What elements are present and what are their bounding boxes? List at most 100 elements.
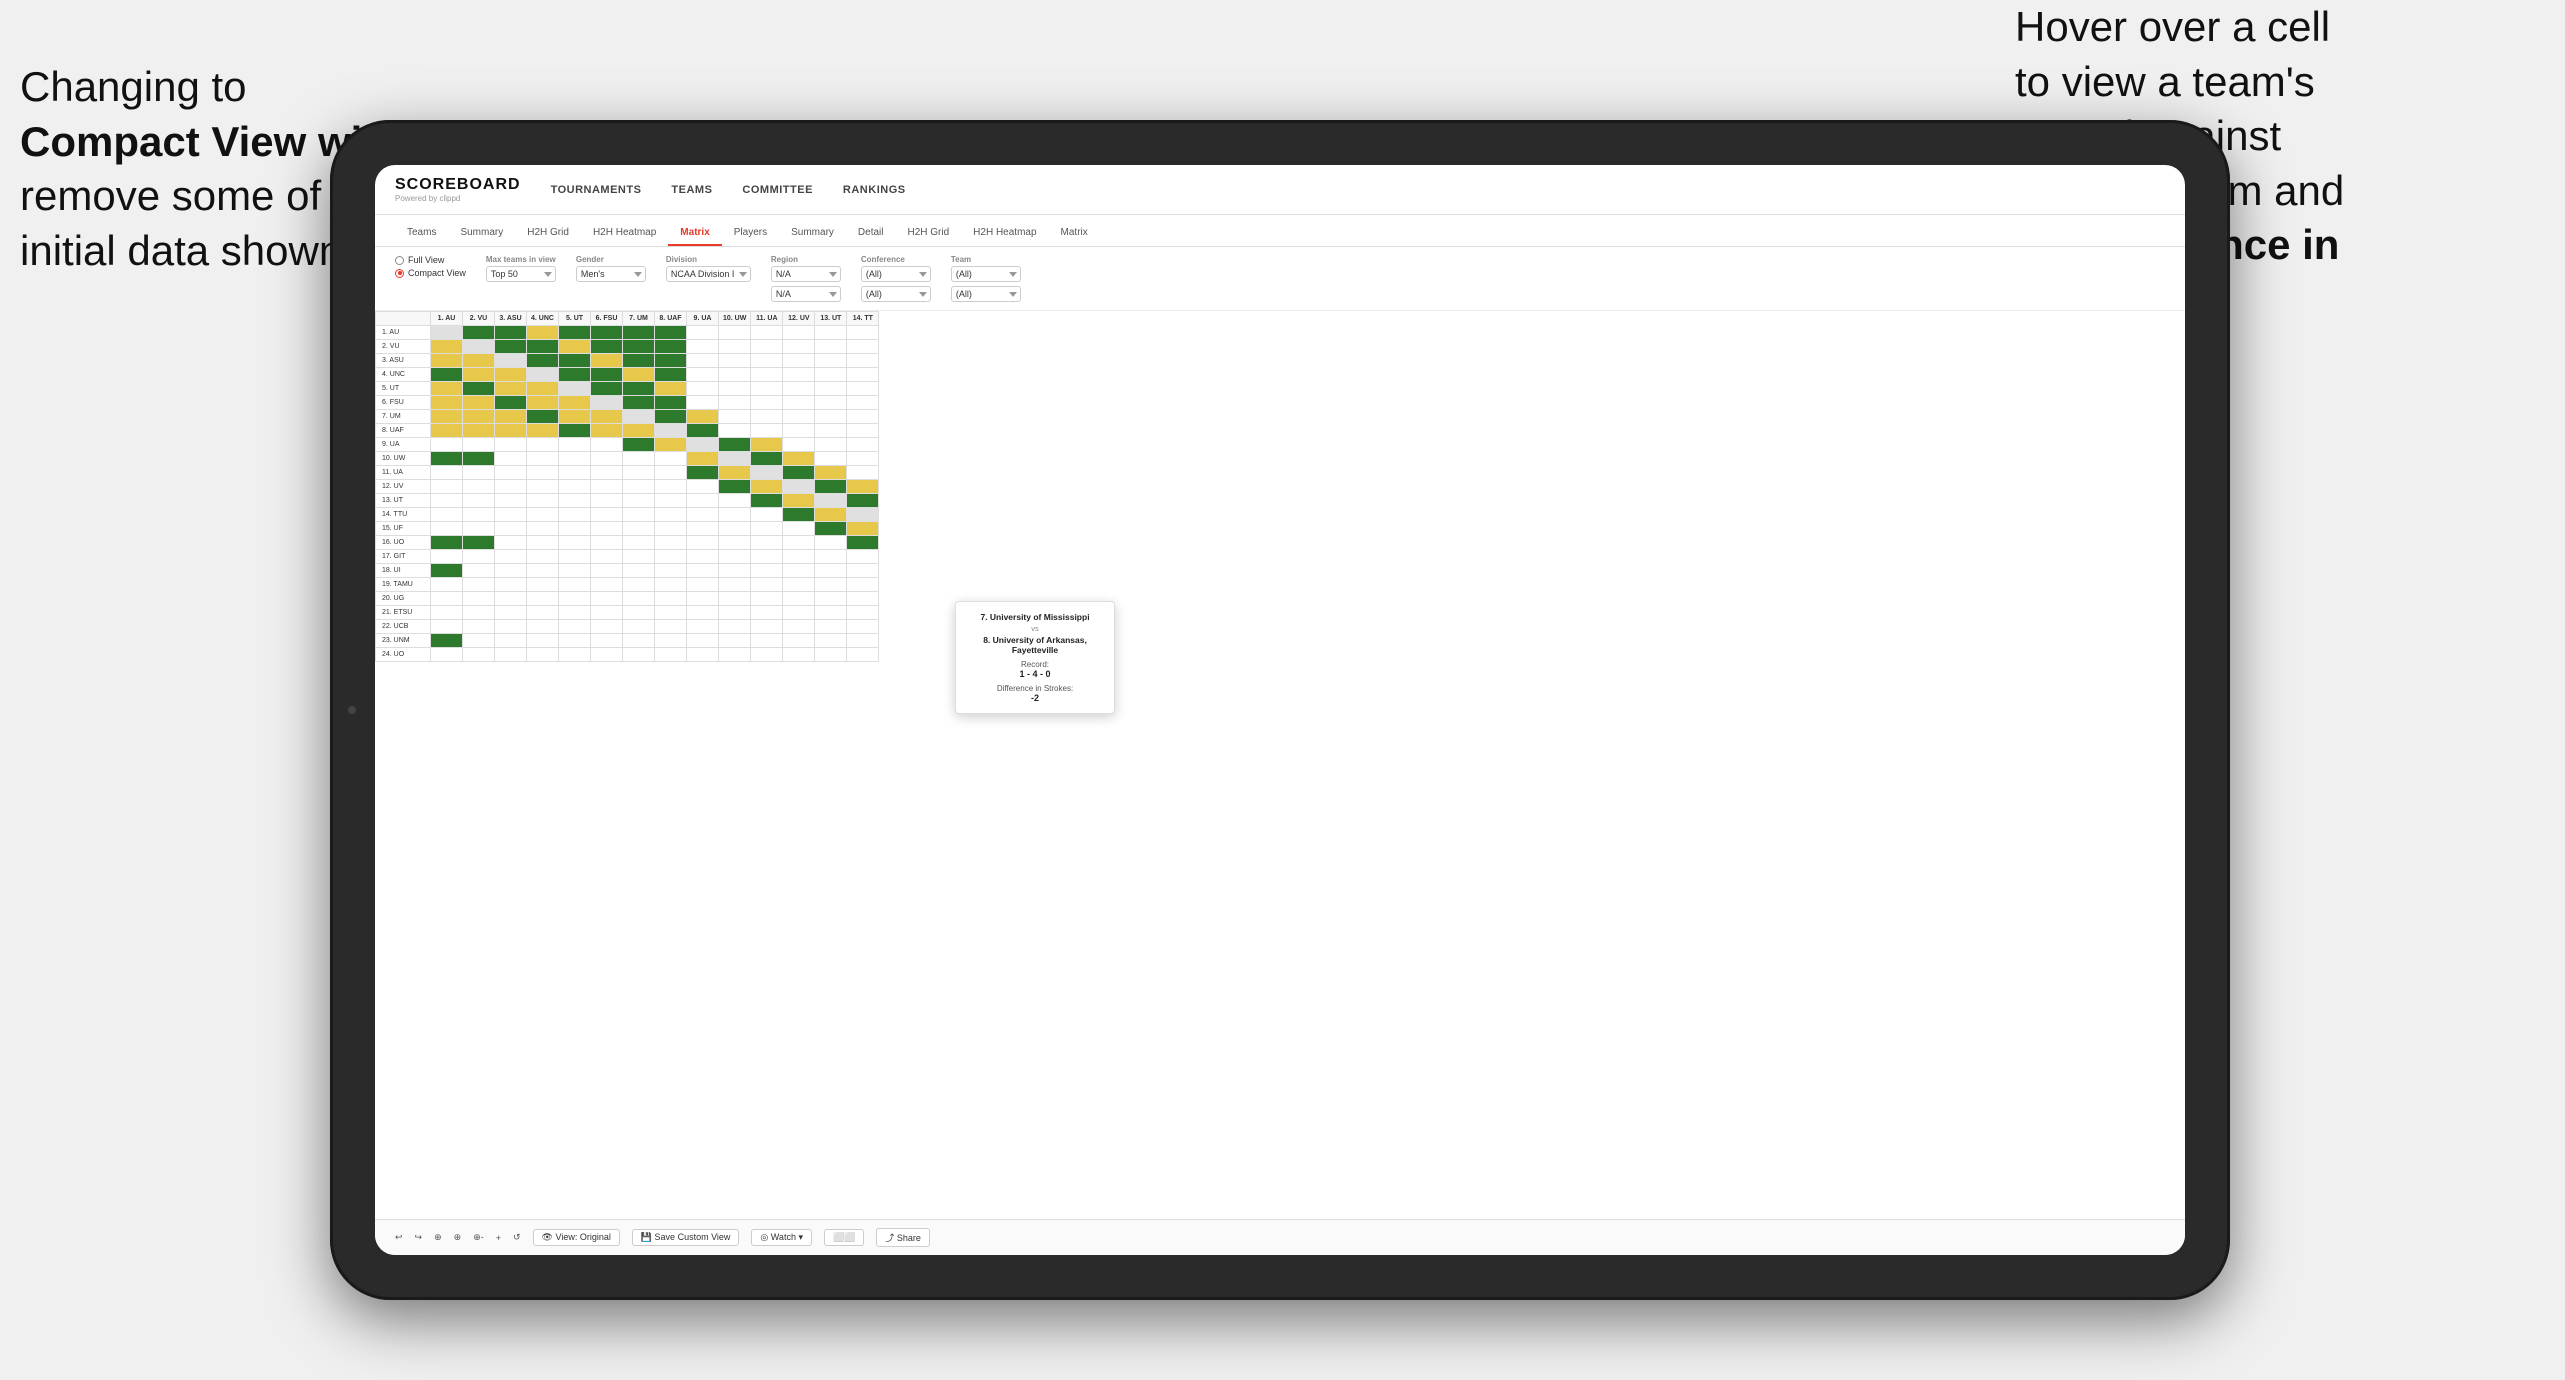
team-select2[interactable]: (All) [951, 286, 1021, 302]
matrix-cell[interactable] [687, 550, 719, 564]
matrix-cell[interactable] [751, 424, 783, 438]
matrix-cell[interactable] [431, 494, 463, 508]
matrix-cell[interactable] [463, 648, 495, 662]
matrix-cell[interactable] [687, 634, 719, 648]
matrix-cell[interactable] [655, 410, 687, 424]
matrix-cell[interactable] [719, 550, 751, 564]
matrix-cell[interactable] [527, 466, 559, 480]
matrix-cell[interactable] [783, 578, 815, 592]
matrix-cell[interactable] [591, 494, 623, 508]
matrix-cell[interactable] [815, 536, 847, 550]
matrix-cell[interactable] [623, 522, 655, 536]
matrix-cell[interactable] [719, 368, 751, 382]
conference-select2[interactable]: (All) [861, 286, 931, 302]
matrix-cell[interactable] [687, 438, 719, 452]
matrix-cell[interactable] [719, 508, 751, 522]
matrix-cell[interactable] [719, 382, 751, 396]
matrix-cell[interactable] [655, 648, 687, 662]
matrix-cell[interactable] [655, 592, 687, 606]
matrix-cell[interactable] [719, 424, 751, 438]
matrix-cell[interactable] [783, 410, 815, 424]
matrix-cell[interactable] [463, 466, 495, 480]
matrix-cell[interactable] [655, 522, 687, 536]
matrix-cell[interactable] [655, 466, 687, 480]
matrix-cell[interactable] [559, 340, 591, 354]
matrix-cell[interactable] [719, 326, 751, 340]
matrix-cell[interactable] [431, 410, 463, 424]
matrix-cell[interactable] [847, 368, 879, 382]
matrix-cell[interactable] [431, 508, 463, 522]
matrix-cell[interactable] [623, 648, 655, 662]
matrix-cell[interactable] [527, 354, 559, 368]
matrix-cell[interactable] [463, 536, 495, 550]
matrix-cell[interactable] [623, 326, 655, 340]
matrix-cell[interactable] [719, 620, 751, 634]
matrix-cell[interactable] [559, 648, 591, 662]
matrix-cell[interactable] [687, 578, 719, 592]
matrix-cell[interactable] [783, 382, 815, 396]
matrix-cell[interactable] [495, 508, 527, 522]
matrix-cell[interactable] [815, 452, 847, 466]
matrix-cell[interactable] [527, 452, 559, 466]
matrix-cell[interactable] [687, 326, 719, 340]
matrix-cell[interactable] [815, 410, 847, 424]
conference-select1[interactable]: (All) [861, 266, 931, 282]
matrix-cell[interactable] [687, 396, 719, 410]
matrix-cell[interactable] [719, 452, 751, 466]
matrix-cell[interactable] [815, 480, 847, 494]
matrix-cell[interactable] [751, 410, 783, 424]
matrix-cell[interactable] [591, 424, 623, 438]
matrix-cell[interactable] [847, 578, 879, 592]
matrix-cell[interactable] [815, 592, 847, 606]
matrix-cell[interactable] [463, 368, 495, 382]
matrix-cell[interactable] [751, 578, 783, 592]
matrix-cell[interactable] [559, 494, 591, 508]
matrix-cell[interactable] [783, 424, 815, 438]
matrix-cell[interactable] [783, 354, 815, 368]
matrix-cell[interactable] [815, 522, 847, 536]
matrix-cell[interactable] [751, 396, 783, 410]
matrix-cell[interactable] [655, 452, 687, 466]
max-teams-select[interactable]: Top 50 [486, 266, 556, 282]
matrix-cell[interactable] [495, 480, 527, 494]
matrix-cell[interactable] [655, 564, 687, 578]
matrix-cell[interactable] [623, 424, 655, 438]
matrix-cell[interactable] [687, 606, 719, 620]
matrix-cell[interactable] [687, 494, 719, 508]
matrix-cell[interactable] [527, 620, 559, 634]
matrix-cell[interactable] [431, 424, 463, 438]
matrix-cell[interactable] [527, 410, 559, 424]
matrix-cell[interactable] [751, 648, 783, 662]
matrix-cell[interactable] [751, 382, 783, 396]
matrix-cell[interactable] [719, 466, 751, 480]
matrix-cell[interactable] [463, 564, 495, 578]
matrix-cell[interactable] [431, 480, 463, 494]
matrix-cell[interactable] [847, 466, 879, 480]
watch-btn[interactable]: ◎ Watch ▾ [751, 1229, 812, 1246]
matrix-cell[interactable] [495, 564, 527, 578]
matrix-cell[interactable] [847, 550, 879, 564]
matrix-cell[interactable] [751, 634, 783, 648]
nav-rankings[interactable]: RANKINGS [843, 184, 906, 196]
matrix-cell[interactable] [463, 620, 495, 634]
matrix-cell[interactable] [591, 578, 623, 592]
matrix-cell[interactable] [751, 340, 783, 354]
matrix-cell[interactable] [463, 354, 495, 368]
matrix-cell[interactable] [495, 354, 527, 368]
matrix-cell[interactable] [783, 368, 815, 382]
matrix-cell[interactable] [463, 508, 495, 522]
matrix-cell[interactable] [591, 536, 623, 550]
matrix-cell[interactable] [751, 564, 783, 578]
matrix-cell[interactable] [559, 522, 591, 536]
matrix-cell[interactable] [687, 592, 719, 606]
matrix-cell[interactable] [527, 508, 559, 522]
matrix-cell[interactable] [527, 606, 559, 620]
matrix-cell[interactable] [719, 606, 751, 620]
matrix-cell[interactable] [655, 550, 687, 564]
matrix-cell[interactable] [463, 578, 495, 592]
matrix-cell[interactable] [591, 368, 623, 382]
matrix-cell[interactable] [815, 466, 847, 480]
matrix-cell[interactable] [495, 326, 527, 340]
matrix-cell[interactable] [783, 494, 815, 508]
matrix-cell[interactable] [559, 634, 591, 648]
